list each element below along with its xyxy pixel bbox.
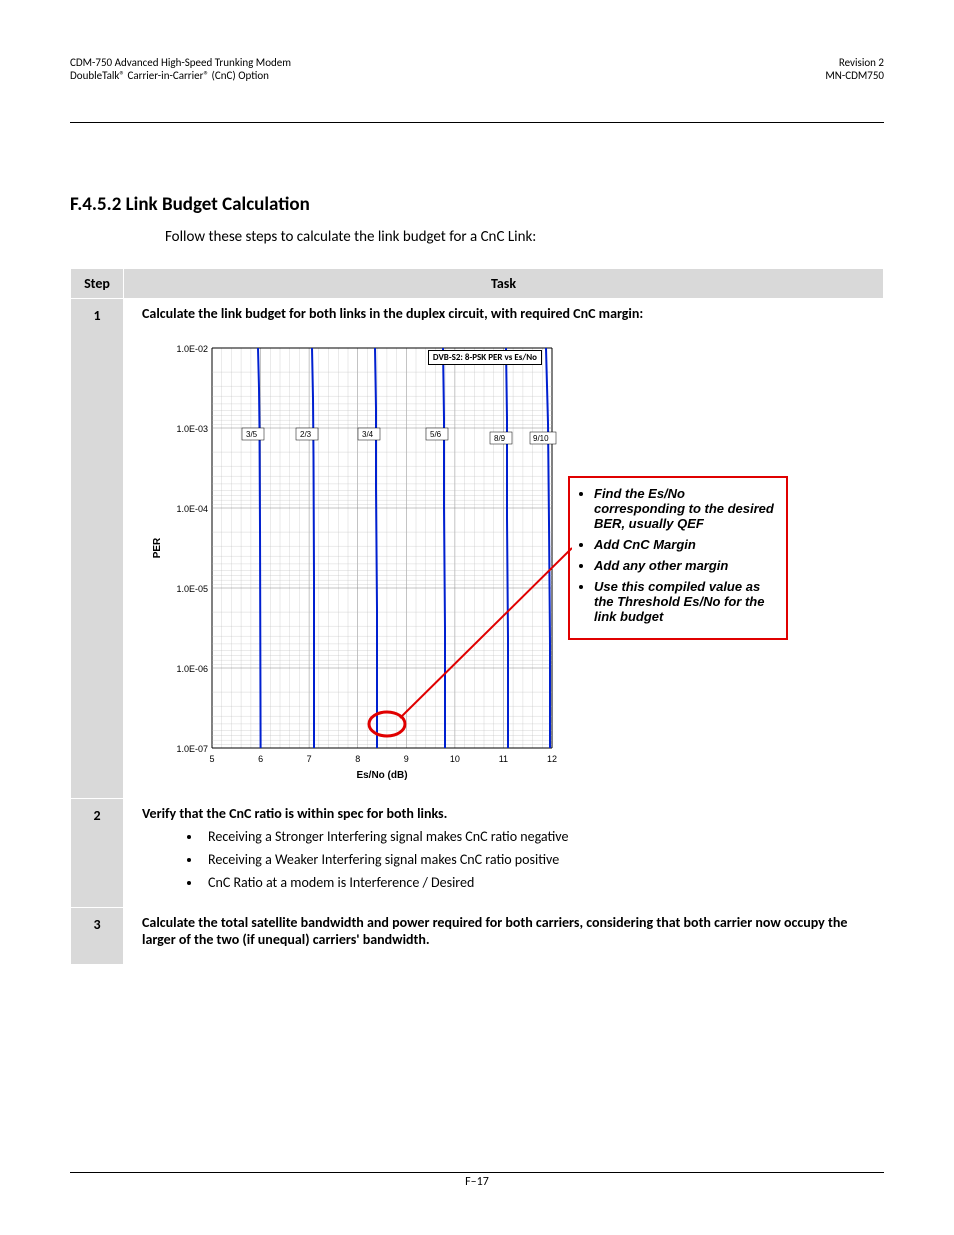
task-title: Verify that the CnC ratio is within spec…	[142, 805, 873, 822]
callout-item: Use this compiled value as the Threshold…	[594, 579, 776, 624]
steps-table: Step Task 1 Calculate the link budget fo…	[70, 268, 884, 965]
y-axis-label: PER	[152, 537, 163, 558]
chart-title: DVB-S2: 8-PSK PER vs Es/No	[428, 350, 542, 365]
step-number: 3	[71, 908, 124, 965]
svg-text:1.0E-04: 1.0E-04	[176, 504, 208, 514]
callout-item: Add CnC Margin	[594, 537, 776, 552]
step-number: 1	[71, 299, 124, 799]
svg-text:8: 8	[355, 754, 360, 764]
step-task: Calculate the link budget for both links…	[124, 299, 884, 799]
svg-text:1.0E-05: 1.0E-05	[176, 584, 208, 594]
task-bullets: Receiving a Stronger Interfering signal …	[142, 828, 873, 891]
page-footer: F–17	[70, 1172, 884, 1189]
step-number: 2	[71, 799, 124, 908]
x-axis-ticks: 5 6 7 8 9 10 11 12	[209, 754, 557, 764]
header-right-line2: MN-CDM750	[825, 69, 884, 82]
chart-wrap: 3/5 2/3 3/4	[142, 328, 572, 788]
col-head-step: Step	[71, 269, 124, 299]
x-axis-label: Es/No (dB)	[356, 770, 407, 781]
table-row: 3 Calculate the total satellite bandwidt…	[71, 908, 884, 965]
plot-area: 3/5 2/3 3/4	[152, 344, 572, 781]
footer-rule	[70, 1172, 884, 1173]
header-rule	[70, 122, 884, 123]
list-item: Receiving a Stronger Interfering signal …	[202, 828, 873, 845]
svg-text:11: 11	[499, 754, 508, 764]
series-labels: 3/5 2/3 3/4	[242, 428, 556, 444]
header-left-line1: CDM-750 Advanced High-Speed Trunking Mod…	[70, 56, 291, 69]
svg-text:1.0E-02: 1.0E-02	[176, 344, 208, 354]
callout-item: Find the Es/No corresponding to the desi…	[594, 486, 776, 531]
series-label: 8/9	[494, 434, 506, 443]
series-label: 2/3	[300, 430, 312, 439]
table-row: 1 Calculate the link budget for both lin…	[71, 299, 884, 799]
callout-item: Add any other margin	[594, 558, 776, 573]
svg-text:1.0E-06: 1.0E-06	[176, 664, 208, 674]
header-right-line1: Revision 2	[825, 56, 884, 69]
y-axis-ticks: 1.0E-02 1.0E-03 1.0E-04 1.0E-05 1.0E-06 …	[176, 344, 208, 754]
svg-text:1.0E-03: 1.0E-03	[176, 424, 208, 434]
highlight-annotation	[369, 548, 572, 736]
series-lines	[258, 348, 550, 748]
series-label: 5/6	[430, 430, 442, 439]
svg-text:12: 12	[547, 754, 557, 764]
svg-text:9: 9	[404, 754, 409, 764]
per-vs-esno-chart: 3/5 2/3 3/4	[142, 328, 572, 788]
chart-and-callout: 3/5 2/3 3/4	[142, 328, 873, 788]
series-label: 3/4	[362, 430, 374, 439]
svg-text:10: 10	[450, 754, 460, 764]
svg-text:6: 6	[258, 754, 263, 764]
intro-paragraph: Follow these steps to calculate the link…	[165, 228, 884, 246]
step-task: Verify that the CnC ratio is within spec…	[124, 799, 884, 908]
svg-text:5: 5	[209, 754, 214, 764]
callout-box: Find the Es/No corresponding to the desi…	[568, 476, 788, 640]
svg-text:1.0E-07: 1.0E-07	[176, 744, 208, 754]
task-title: Calculate the total satellite bandwidth …	[142, 914, 873, 948]
series-label: 9/10	[533, 434, 549, 443]
header-left-line2: DoubleTalk® Carrier-in-Carrier® (CnC) Op…	[70, 69, 291, 82]
page: CDM-750 Advanced High-Speed Trunking Mod…	[0, 0, 954, 1235]
step-task: Calculate the total satellite bandwidth …	[124, 908, 884, 965]
page-header: CDM-750 Advanced High-Speed Trunking Mod…	[70, 56, 884, 82]
series-label: 3/5	[246, 430, 258, 439]
col-head-task: Task	[124, 269, 884, 299]
gridlines	[212, 348, 552, 748]
list-item: CnC Ratio at a modem is Interference / D…	[202, 874, 873, 891]
page-number: F–17	[70, 1175, 884, 1189]
task-title: Calculate the link budget for both links…	[142, 305, 873, 322]
section-heading: F.4.5.2 Link Budget Calculation	[70, 193, 884, 216]
table-row: 2 Verify that the CnC ratio is within sp…	[71, 799, 884, 908]
list-item: Receiving a Weaker Interfering signal ma…	[202, 851, 873, 868]
svg-text:7: 7	[307, 754, 312, 764]
